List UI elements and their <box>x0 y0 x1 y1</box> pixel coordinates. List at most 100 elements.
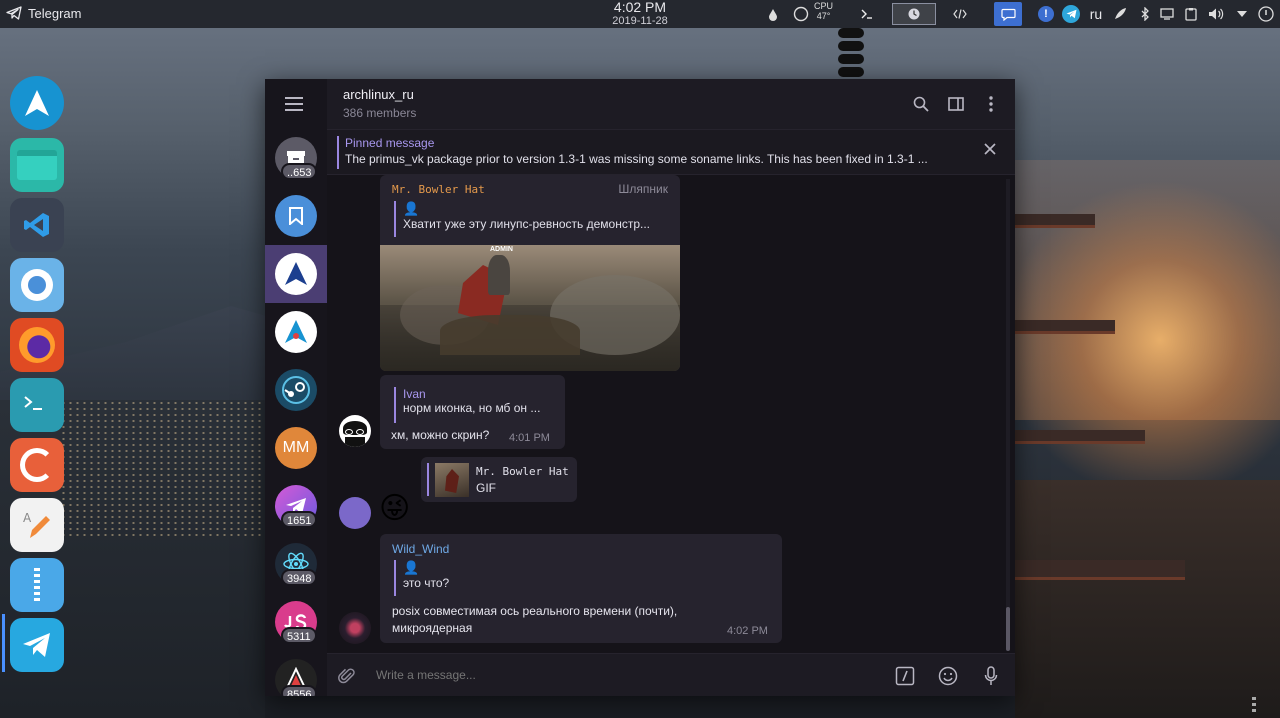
sender-title: Шляпник <box>618 182 668 196</box>
chat-list-item[interactable]: 5311 <box>265 593 327 651</box>
archive-manager-icon[interactable] <box>10 558 64 612</box>
chat-list-item[interactable]: 1651 <box>265 477 327 535</box>
chat-header: archlinux_ru 386 members <box>327 79 1015 130</box>
arch-linux-icon[interactable] <box>10 76 64 130</box>
scrollbar-track[interactable] <box>1006 179 1010 649</box>
reply-quote[interactable]: 👤 это что? <box>394 560 654 596</box>
chat-list-item[interactable]: 3948 <box>265 535 327 593</box>
display-icon[interactable] <box>1158 0 1176 28</box>
message-bubble[interactable]: Mr. Bowler Hat Шляпник 👤 Хватит уже эту … <box>380 175 680 371</box>
bluetooth-icon[interactable] <box>1136 0 1154 28</box>
volume-icon[interactable] <box>1206 0 1226 28</box>
clipboard-icon[interactable] <box>1182 0 1200 28</box>
message-image[interactable]: ADMIN <box>380 245 680 371</box>
chat-list-item[interactable]: ..653 <box>265 129 327 187</box>
avatar[interactable] <box>339 497 371 529</box>
user-icon: 👤 <box>403 201 420 216</box>
arch-linux-avatar <box>275 311 317 353</box>
wallpaper-ornament <box>838 28 864 78</box>
telegram-icon <box>6 6 22 20</box>
cpu-load-icon[interactable] <box>792 0 810 28</box>
reply-quote[interactable]: 👤 Хватит уже эту линупс-ревность демонст… <box>394 201 664 237</box>
unread-badge: ..653 <box>281 163 318 180</box>
files-icon[interactable] <box>10 138 64 192</box>
reply-quote[interactable]: Ivan норм иконка, но мб он ... <box>394 387 559 423</box>
code-icon[interactable] <box>946 0 974 28</box>
active-app-indicator[interactable]: Telegram <box>6 5 81 21</box>
close-icon[interactable] <box>983 142 1001 160</box>
chat-list-item[interactable] <box>265 303 327 361</box>
power-icon[interactable] <box>1256 0 1276 28</box>
wallpaper-city-lights <box>60 400 265 540</box>
cpu-monitor[interactable]: CPU 47° <box>814 1 833 21</box>
chat-list-item-saved[interactable] <box>265 187 327 245</box>
feather-icon[interactable] <box>1110 0 1130 28</box>
message-bubble[interactable]: Mr. Bowler Hat GIF <box>421 457 577 502</box>
search-icon[interactable] <box>910 93 932 115</box>
sidebar-toggle-icon[interactable] <box>945 93 967 115</box>
pinned-text: The primus_vk package prior to version 1… <box>345 152 928 166</box>
chat-list-item[interactable]: MM <box>265 419 327 477</box>
chat-tray-icon[interactable] <box>994 2 1022 26</box>
reply-text: GIF <box>476 481 496 495</box>
scrollbar-thumb[interactable] <box>1006 607 1010 651</box>
microphone-icon[interactable] <box>979 664 1003 688</box>
reply-text: это что? <box>403 576 450 590</box>
emoji-sticker[interactable]: 😜 <box>379 491 410 527</box>
reply-sender: Mr. Bowler Hat <box>476 465 569 478</box>
wallpaper-pagoda-roof <box>1015 214 1095 228</box>
wallpaper-ground <box>1015 480 1280 718</box>
message-bubble[interactable]: Wild_Wind 👤 это что? posix совместимая о… <box>380 534 782 643</box>
svg-text:A: A <box>23 511 32 525</box>
reply-text: норм иконка, но мб он ... <box>403 401 541 415</box>
text-editor-icon[interactable]: A <box>10 498 64 552</box>
unread-badge: 1651 <box>281 511 318 528</box>
bookmark-icon <box>275 195 317 237</box>
pinned-accent-bar <box>337 136 339 169</box>
chromium-icon[interactable] <box>10 258 64 312</box>
message-sender[interactable]: Mr. Bowler Hat <box>392 183 485 196</box>
chevron-down-icon[interactable] <box>1232 0 1252 28</box>
message-bubble[interactable]: Ivan норм иконка, но мб он ... хм, можно… <box>380 375 565 449</box>
drop-icon[interactable] <box>764 0 782 28</box>
desktop-menu-handle[interactable] <box>1252 697 1256 715</box>
keyboard-layout[interactable]: ru <box>1085 0 1107 28</box>
menu-icon[interactable] <box>285 97 305 111</box>
reply-sender: Ivan <box>403 387 426 401</box>
unread-badge: 3948 <box>281 569 318 586</box>
user-icon: 👤 <box>403 560 420 575</box>
unread-badge: 5311 <box>281 627 317 644</box>
chat-list-item[interactable]: 8556 <box>265 651 327 696</box>
message-input[interactable] <box>376 668 816 682</box>
telegram-tray-icon[interactable] <box>1060 0 1082 28</box>
bot-commands-icon[interactable] <box>893 664 917 688</box>
telegram-window: ..653 MM 1651 3948 5311 8556 archlinux_r… <box>265 79 1015 696</box>
wallpaper-pagoda-roof <box>1015 430 1145 444</box>
reply-text: Хватит уже эту линупс-ревность демонстр.… <box>403 217 651 231</box>
emoji-icon[interactable] <box>936 664 960 688</box>
gnome-software-icon[interactable] <box>10 438 64 492</box>
chat-list-item-archlinux-ru[interactable] <box>265 245 327 303</box>
clock[interactable]: 4:02 PM 2019-11-28 <box>600 0 680 27</box>
notification-alert-icon[interactable]: ! <box>1036 0 1056 28</box>
chat-title[interactable]: archlinux_ru <box>343 87 414 102</box>
vscode-icon[interactable] <box>10 198 64 252</box>
firefox-icon[interactable] <box>10 318 64 372</box>
chat-members-count: 386 members <box>343 106 417 120</box>
pinned-message-bar[interactable]: Pinned message The primus_vk package pri… <box>327 130 1015 175</box>
avatar[interactable] <box>339 415 371 447</box>
chat-list: ..653 MM 1651 3948 5311 8556 <box>265 79 327 696</box>
clock-date: 2019-11-28 <box>612 15 668 27</box>
terminal-icon[interactable] <box>10 378 64 432</box>
active-app-name: Telegram <box>28 5 82 21</box>
message-text: posix совместимая ось реального времени … <box>392 603 677 637</box>
avatar[interactable] <box>339 612 371 644</box>
chat-list-item[interactable] <box>265 361 327 419</box>
telegram-icon[interactable] <box>10 618 64 672</box>
attach-icon[interactable] <box>335 664 359 688</box>
message-sender[interactable]: Wild_Wind <box>392 542 449 556</box>
more-vertical-icon[interactable] <box>980 93 1002 115</box>
terminal-tray-icon[interactable] <box>856 0 878 28</box>
pager-widget[interactable] <box>892 0 936 28</box>
message-text: хм, можно скрин? <box>391 428 490 442</box>
